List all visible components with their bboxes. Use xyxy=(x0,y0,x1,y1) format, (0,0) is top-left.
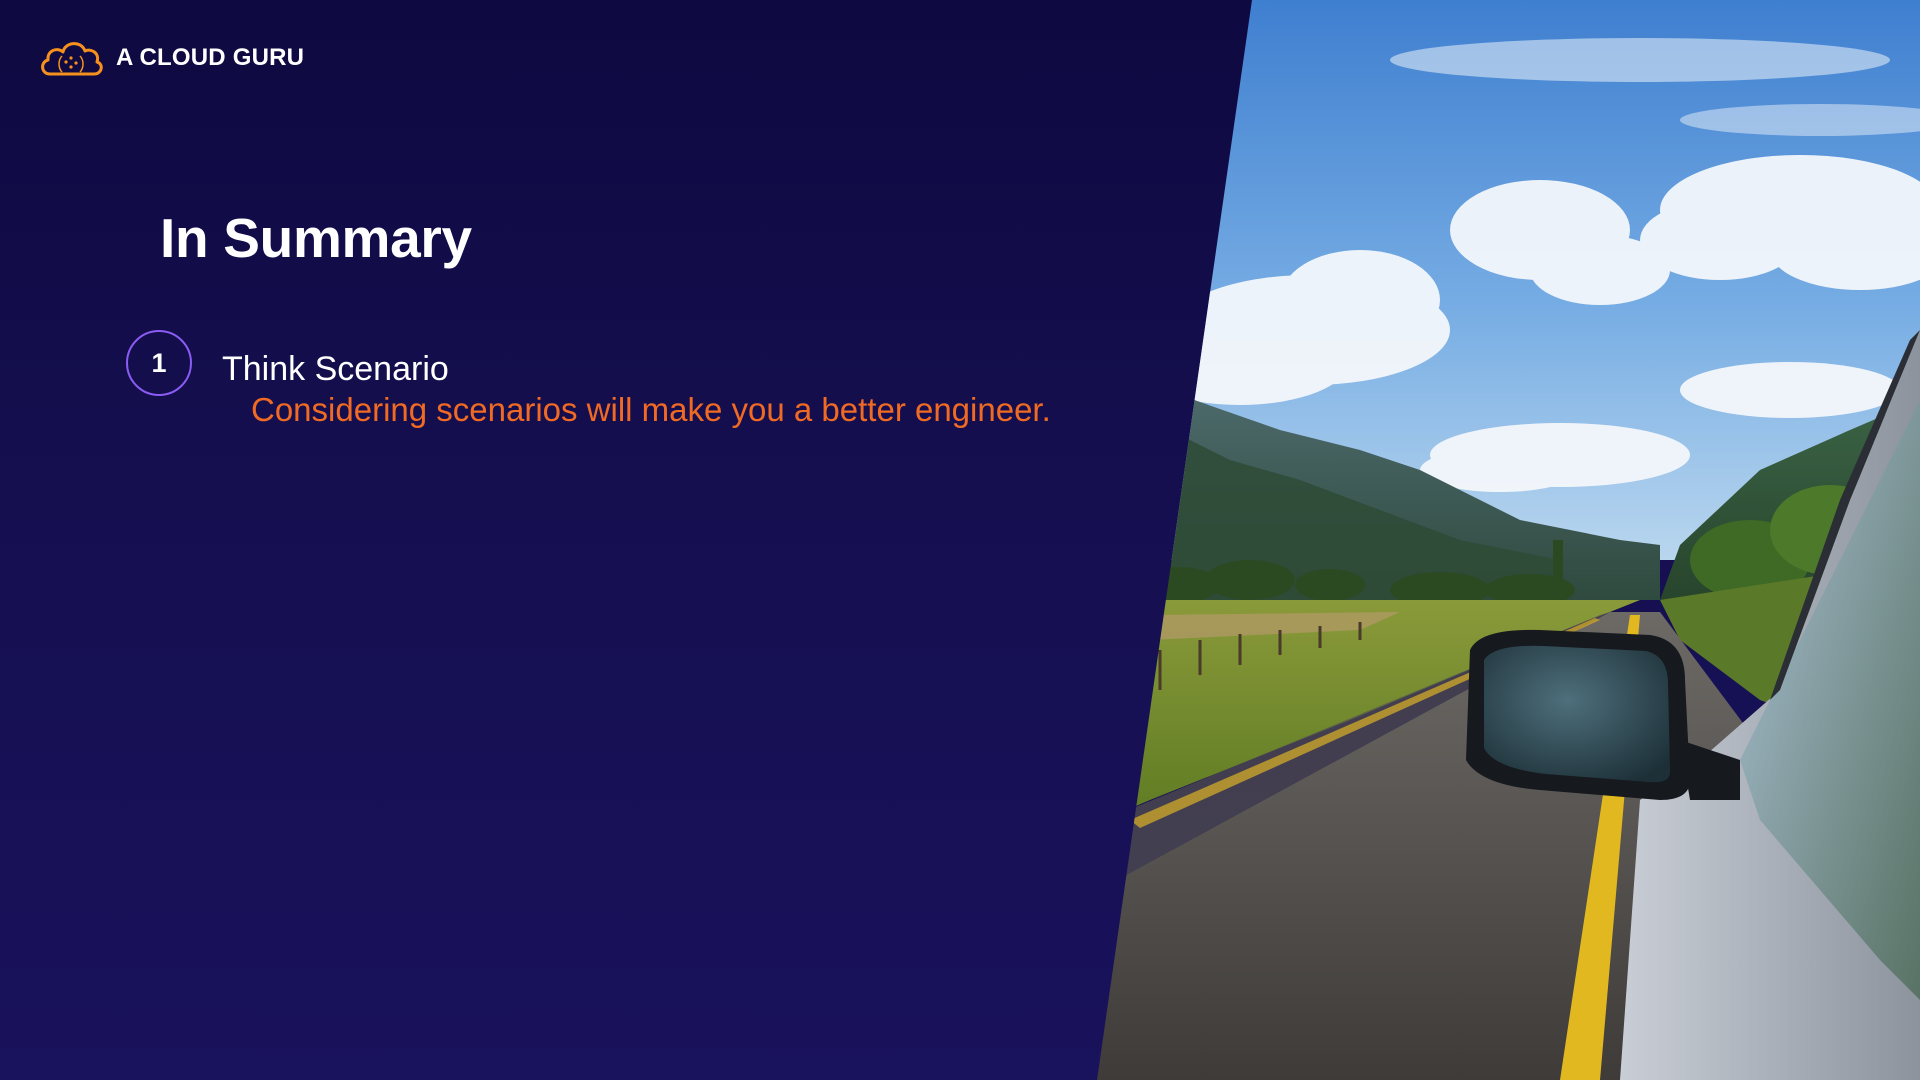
item-title: Think Scenario xyxy=(222,350,449,388)
brand-logo: A CLOUD GURU xyxy=(38,36,304,80)
cloud-logo-icon xyxy=(41,42,103,76)
slide: A CLOUD GURU In Summary 1 Think Scenario… xyxy=(0,0,1920,1080)
slide-title: In Summary xyxy=(160,207,472,269)
road-trip-photo xyxy=(1097,0,1920,1080)
brand-name: A CLOUD GURU xyxy=(116,44,305,71)
road-photo-illustration xyxy=(1097,0,1920,1080)
item-number-badge: 1 xyxy=(126,330,192,396)
item-description: Considering scenarios will make you a be… xyxy=(251,391,1051,428)
